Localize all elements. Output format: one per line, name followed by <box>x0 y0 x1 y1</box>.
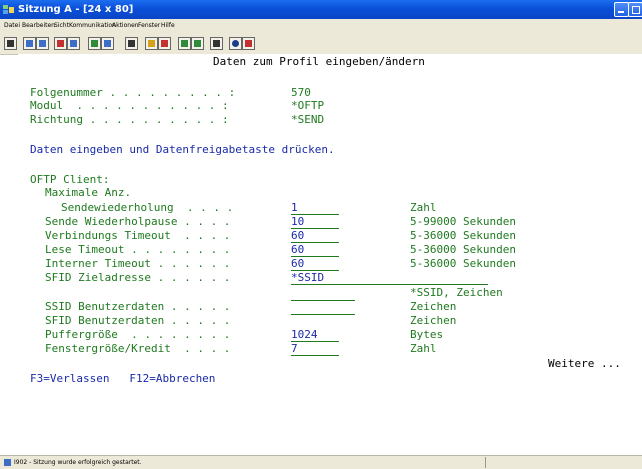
terminal-screen[interactable]: Daten zum Profil eingeben/ändern Folgenu… <box>18 54 642 437</box>
screen-header: Daten zum Profil eingeben/ändern <box>213 55 425 68</box>
keyboard-button[interactable] <box>101 37 114 50</box>
record-icon <box>148 40 155 47</box>
paste-button[interactable] <box>36 37 49 50</box>
pencil-icon <box>245 40 252 47</box>
field-label: Fenstergröße/Kredit . . . . <box>45 342 231 355</box>
field-label: SFID Zieladresse . . . . . . <box>45 271 231 284</box>
play-icon <box>161 40 168 47</box>
field-label: Lese Timeout . . . . . . . . <box>45 243 231 256</box>
field-hint: Bytes <box>410 328 444 341</box>
ssid-benutzerdaten-input[interactable] <box>291 300 355 301</box>
field-label: Verbindungs Timeout . . . . <box>45 229 231 242</box>
menu-hilfe[interactable]: Hilfe <box>161 19 175 32</box>
record-macro-button[interactable] <box>145 37 158 50</box>
field-hint: Zahl <box>410 342 437 355</box>
session-icon <box>3 5 14 14</box>
puffergroesse-input[interactable]: 1024 <box>291 328 339 342</box>
field-label: Puffergröße . . . . . . . . <box>45 328 231 341</box>
subsection-title: Maximale Anz. <box>45 186 132 199</box>
help-icon <box>232 40 239 47</box>
menu-bearbeiten[interactable]: Bearbeiten <box>22 19 55 32</box>
macro-button[interactable] <box>125 37 138 50</box>
display-icon <box>91 40 98 47</box>
folgenummer-value: 570 <box>291 86 311 99</box>
sendewiederholung-input[interactable]: 1 <box>291 201 339 215</box>
settings-button[interactable] <box>210 37 223 50</box>
transfer-up-button[interactable] <box>178 37 191 50</box>
status-info-icon <box>4 459 11 466</box>
macro-icon <box>128 40 135 47</box>
paste-icon <box>39 40 46 47</box>
instruction-text: Daten eingeben und Datenfreigabetaste dr… <box>30 143 335 156</box>
sfid-benutzerdaten-input[interactable] <box>291 314 355 315</box>
status-message: I902 - Sitzung wurde erfolgreich gestart… <box>14 459 142 466</box>
menu-kommunikation[interactable]: Kommunikation <box>69 19 116 32</box>
interner-timeout-input[interactable]: 60 <box>291 257 339 271</box>
section-title: OFTP Client: <box>30 173 110 186</box>
settings-icon <box>213 40 220 47</box>
transfer-down-button[interactable] <box>191 37 204 50</box>
more-indicator: Weitere ... <box>548 357 621 370</box>
receive-file-button[interactable] <box>67 37 80 50</box>
menu-datei[interactable]: Datei <box>4 19 20 32</box>
lese-timeout-input[interactable]: 60 <box>291 243 339 257</box>
copy-icon <box>26 40 33 47</box>
print-screen-button[interactable] <box>4 37 17 50</box>
copy-button[interactable] <box>23 37 36 50</box>
field-hint: *SSID, Zeichen <box>410 286 503 299</box>
folgenummer-label: Folgenummer . . . . . . . . . : <box>30 86 236 99</box>
toolbar <box>0 32 642 55</box>
fenstergroesse-input[interactable]: 7 <box>291 342 339 356</box>
field-hint: Zahl <box>410 201 437 214</box>
status-bar: I902 - Sitzung wurde erfolgreich gestart… <box>0 455 642 469</box>
send-icon <box>57 40 64 47</box>
richtung-value: *SEND <box>291 113 325 126</box>
minimize-icon <box>618 11 624 13</box>
maximize-icon <box>632 6 640 14</box>
sende-wiederholpause-input[interactable]: 10 <box>291 215 339 229</box>
maximize-button[interactable] <box>628 2 642 17</box>
verbindungs-timeout-input[interactable]: 60 <box>291 229 339 243</box>
richtung-label: Richtung . . . . . . . . . . : <box>30 113 229 126</box>
sfid-zieladresse-input[interactable]: *SSID <box>291 271 488 285</box>
modul-value: *OFTP <box>291 99 325 112</box>
window-title: Sitzung A - [24 x 80] <box>18 4 134 15</box>
field-label: Interner Timeout . . . . . . <box>45 257 231 270</box>
menu-bar: Datei Bearbeiten Sicht Kommunikation Akt… <box>0 19 642 32</box>
status-divider <box>485 457 486 468</box>
upload-icon <box>181 40 188 47</box>
edit-button[interactable] <box>242 37 255 50</box>
download-icon <box>194 40 201 47</box>
field-hint: 5-99000 Sekunden <box>410 215 516 228</box>
help-button[interactable] <box>229 37 242 50</box>
field-hint: Zeichen <box>410 314 457 327</box>
play-macro-button[interactable] <box>158 37 171 50</box>
field-hint: 5-36000 Sekunden <box>410 243 516 256</box>
receive-icon <box>70 40 77 47</box>
print-icon <box>7 40 14 47</box>
menu-aktionen[interactable]: Aktionen <box>112 19 139 32</box>
field-hint: Zeichen <box>410 300 457 313</box>
field-label: SSID Benutzerdaten . . . . . <box>45 300 231 313</box>
field-label: SFID Benutzerdaten . . . . . <box>45 314 231 327</box>
title-bar[interactable]: Sitzung A - [24 x 80] <box>0 0 642 19</box>
minimize-button[interactable] <box>614 2 629 17</box>
modul-label: Modul . . . . . . . . . . . : <box>30 99 229 112</box>
keyboard-icon <box>104 40 111 47</box>
menu-sicht[interactable]: Sicht <box>54 19 69 32</box>
menu-fenster[interactable]: Fenster <box>138 19 160 32</box>
field-hint: 5-36000 Sekunden <box>410 229 516 242</box>
field-label: Sende Wiederholpause . . . . <box>45 215 231 228</box>
field-hint: 5-36000 Sekunden <box>410 257 516 270</box>
field-label: Sendewiederholung . . . . <box>61 201 234 214</box>
send-file-button[interactable] <box>54 37 67 50</box>
function-keys: F3=Verlassen F12=Abbrechen <box>30 372 216 385</box>
display-button[interactable] <box>88 37 101 50</box>
